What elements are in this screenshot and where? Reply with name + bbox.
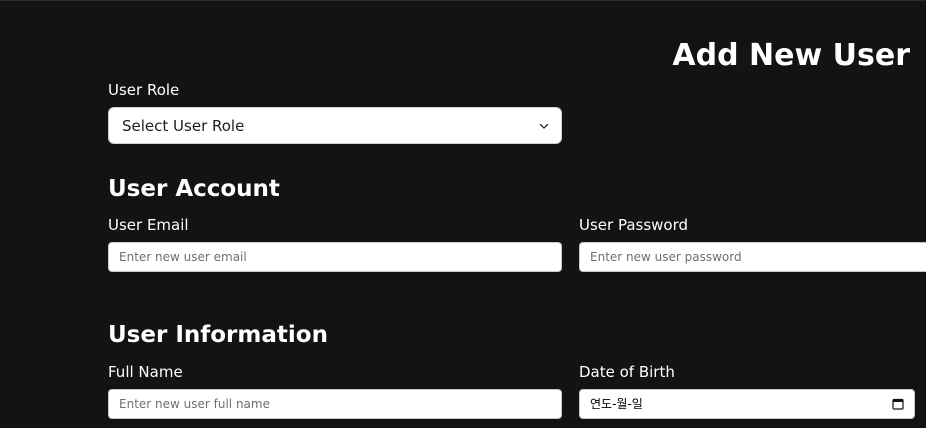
user-password-placeholder: Enter new user password — [590, 250, 742, 264]
full-name-label: Full Name — [108, 363, 183, 381]
user-email-placeholder: Enter new user email — [119, 250, 247, 264]
page-title: Add New User — [672, 38, 910, 73]
top-border — [0, 0, 926, 1]
calendar-icon[interactable] — [892, 398, 904, 410]
date-of-birth-label: Date of Birth — [579, 363, 675, 381]
chevron-down-icon — [539, 123, 549, 129]
user-role-select-value: Select User Role — [122, 117, 245, 135]
user-account-heading: User Account — [108, 176, 280, 202]
user-password-label: User Password — [579, 216, 689, 234]
user-email-label: User Email — [108, 216, 189, 234]
user-password-input[interactable]: Enter new user password — [579, 242, 926, 272]
user-email-input[interactable]: Enter new user email — [108, 242, 562, 272]
user-role-label: User Role — [108, 81, 180, 99]
date-of-birth-input[interactable]: 연도-월-일 — [579, 389, 915, 419]
user-role-select[interactable]: Select User Role — [108, 107, 562, 144]
full-name-input[interactable]: Enter new user full name — [108, 389, 562, 419]
full-name-placeholder: Enter new user full name — [119, 397, 270, 411]
date-of-birth-value: 연도-월-일 — [590, 397, 643, 411]
user-information-heading: User Information — [108, 322, 328, 348]
